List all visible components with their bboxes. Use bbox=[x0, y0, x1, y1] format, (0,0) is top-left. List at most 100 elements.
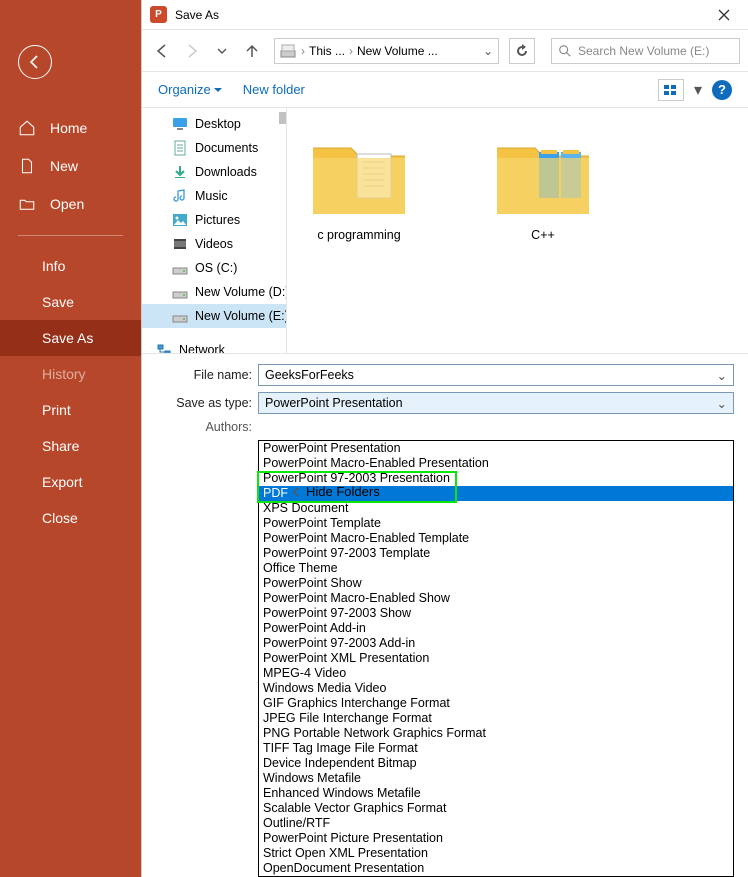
dialog-title: Save As bbox=[175, 8, 219, 22]
tree-item-label: Videos bbox=[195, 237, 233, 251]
crumb-2[interactable]: New Volume ... bbox=[357, 44, 438, 58]
thumbnails-icon bbox=[664, 85, 678, 95]
search-input[interactable]: Search New Volume (E:) bbox=[551, 38, 740, 64]
tree-item[interactable]: New Volume (D:) bbox=[142, 280, 286, 304]
tree-item[interactable]: Documents bbox=[142, 136, 286, 160]
arrow-right-icon bbox=[184, 43, 200, 59]
type-option[interactable]: GIF Graphics Interchange Format bbox=[259, 696, 733, 711]
refresh-button[interactable] bbox=[509, 38, 535, 64]
nav-save[interactable]: Save bbox=[0, 284, 141, 320]
tree-item[interactable]: OS (C:) bbox=[142, 256, 286, 280]
type-option[interactable]: PowerPoint Macro-Enabled Template bbox=[259, 531, 733, 546]
new-folder-button[interactable]: New folder bbox=[243, 82, 305, 97]
nav-toolbar: › This ... › New Volume ... ⌄ Search New… bbox=[142, 30, 748, 72]
type-select[interactable]: PowerPoint Presentation ⌄ bbox=[258, 392, 734, 414]
chevron-down-icon[interactable]: ⌄ bbox=[717, 368, 727, 383]
organize-menu[interactable]: Organize bbox=[158, 82, 223, 97]
chevron-down-icon[interactable]: ⌄ bbox=[478, 44, 498, 58]
type-option[interactable]: JPEG File Interchange Format bbox=[259, 711, 733, 726]
type-option[interactable]: TIFF Tag Image File Format bbox=[259, 741, 733, 756]
nav-new-label: New bbox=[50, 158, 78, 174]
type-option[interactable]: PowerPoint 97-2003 Add-in bbox=[259, 636, 733, 651]
close-button[interactable] bbox=[708, 9, 740, 21]
type-option[interactable]: PNG Portable Network Graphics Format bbox=[259, 726, 733, 741]
pic-icon bbox=[172, 212, 188, 228]
nav-open-label: Open bbox=[50, 196, 84, 212]
drive-icon bbox=[279, 42, 297, 60]
view-options[interactable] bbox=[658, 79, 684, 101]
back-button[interactable] bbox=[18, 45, 52, 79]
nav-saveas-label: Save As bbox=[42, 330, 93, 346]
tree-item[interactable]: Pictures bbox=[142, 208, 286, 232]
type-option[interactable]: Windows Metafile bbox=[259, 771, 733, 786]
type-option[interactable]: Outline/RTF bbox=[259, 816, 733, 831]
tree-item-label: Music bbox=[195, 189, 228, 203]
folder-item[interactable]: c programming bbox=[307, 128, 411, 242]
tree-item-label: Pictures bbox=[195, 213, 240, 227]
nav-home-label: Home bbox=[50, 120, 87, 136]
nav-open[interactable]: Open bbox=[0, 185, 141, 223]
type-option[interactable]: PowerPoint Macro-Enabled Presentation bbox=[259, 456, 733, 471]
type-option[interactable]: PowerPoint 97-2003 Template bbox=[259, 546, 733, 561]
filename-input[interactable]: GeeksForFeeks ⌄ bbox=[258, 364, 734, 386]
tree-item[interactable]: Network bbox=[142, 338, 286, 353]
nav-save-label: Save bbox=[42, 294, 74, 310]
crumb-1[interactable]: This ... bbox=[309, 44, 345, 58]
tree-item-label: New Volume (D:) bbox=[195, 285, 287, 299]
type-option[interactable]: OpenDocument Presentation bbox=[259, 861, 733, 876]
type-option[interactable]: Windows Media Video bbox=[259, 681, 733, 696]
type-option[interactable]: Device Independent Bitmap bbox=[259, 756, 733, 771]
type-option[interactable]: PowerPoint Template bbox=[259, 516, 733, 531]
recent-dropdown[interactable] bbox=[210, 39, 234, 63]
type-option[interactable]: PowerPoint Macro-Enabled Show bbox=[259, 591, 733, 606]
tree-item[interactable]: Videos bbox=[142, 232, 286, 256]
nav-print[interactable]: Print bbox=[0, 392, 141, 428]
hide-folders-button[interactable]: Hide Folders bbox=[292, 484, 380, 499]
type-option[interactable]: Enhanced Windows Metafile bbox=[259, 786, 733, 801]
folder-label: C++ bbox=[531, 228, 555, 242]
nav-history[interactable]: History bbox=[0, 356, 141, 392]
forward-nav[interactable] bbox=[180, 39, 204, 63]
nav-export[interactable]: Export bbox=[0, 464, 141, 500]
type-option[interactable]: Strict Open XML Presentation bbox=[259, 846, 733, 861]
folder-open-icon bbox=[18, 195, 36, 213]
type-option[interactable]: PowerPoint Presentation bbox=[259, 441, 733, 456]
home-icon bbox=[18, 119, 36, 137]
breadcrumb[interactable]: › This ... › New Volume ... ⌄ bbox=[274, 38, 499, 64]
back-nav[interactable] bbox=[150, 39, 174, 63]
up-nav[interactable] bbox=[240, 39, 264, 63]
type-option[interactable]: Scalable Vector Graphics Format bbox=[259, 801, 733, 816]
chevron-down-icon[interactable]: ⌄ bbox=[717, 396, 727, 411]
folder-view[interactable]: c programming C++ bbox=[287, 108, 748, 353]
nav-close[interactable]: Close bbox=[0, 500, 141, 536]
close-icon bbox=[718, 9, 730, 21]
type-option[interactable]: MPEG-4 Video bbox=[259, 666, 733, 681]
nav-share[interactable]: Share bbox=[0, 428, 141, 464]
tree-item[interactable]: New Volume (E:) bbox=[142, 304, 286, 328]
nav-close-label: Close bbox=[42, 510, 78, 526]
nav-home[interactable]: Home bbox=[0, 109, 141, 147]
type-option[interactable]: PowerPoint 97-2003 Show bbox=[259, 606, 733, 621]
nav-info[interactable]: Info bbox=[0, 248, 141, 284]
type-dropdown-list[interactable]: PowerPoint PresentationPowerPoint Macro-… bbox=[258, 440, 734, 877]
type-option[interactable]: PowerPoint Add-in bbox=[259, 621, 733, 636]
tree-item[interactable]: Downloads bbox=[142, 160, 286, 184]
arrow-left-icon bbox=[27, 54, 43, 70]
nav-info-label: Info bbox=[42, 258, 65, 274]
type-option[interactable]: PowerPoint Picture Presentation bbox=[259, 831, 733, 846]
type-option[interactable]: Office Theme bbox=[259, 561, 733, 576]
dropdown-icon bbox=[213, 85, 223, 95]
type-option[interactable]: PowerPoint Show bbox=[259, 576, 733, 591]
nav-share-label: Share bbox=[42, 438, 79, 454]
tree-item[interactable]: Music bbox=[142, 184, 286, 208]
folder-item[interactable]: C++ bbox=[491, 128, 595, 242]
nav-new[interactable]: New bbox=[0, 147, 141, 185]
type-option[interactable]: XPS Document bbox=[259, 501, 733, 516]
tree-item[interactable]: Desktop bbox=[142, 112, 286, 136]
scrollbar-thumb[interactable] bbox=[279, 112, 286, 124]
nav-saveas[interactable]: Save As bbox=[0, 320, 141, 356]
help-button[interactable]: ? bbox=[712, 80, 732, 100]
dropdown-icon[interactable]: ▾ bbox=[694, 80, 702, 100]
tree-item-label: Network bbox=[179, 343, 225, 353]
type-option[interactable]: PowerPoint XML Presentation bbox=[259, 651, 733, 666]
